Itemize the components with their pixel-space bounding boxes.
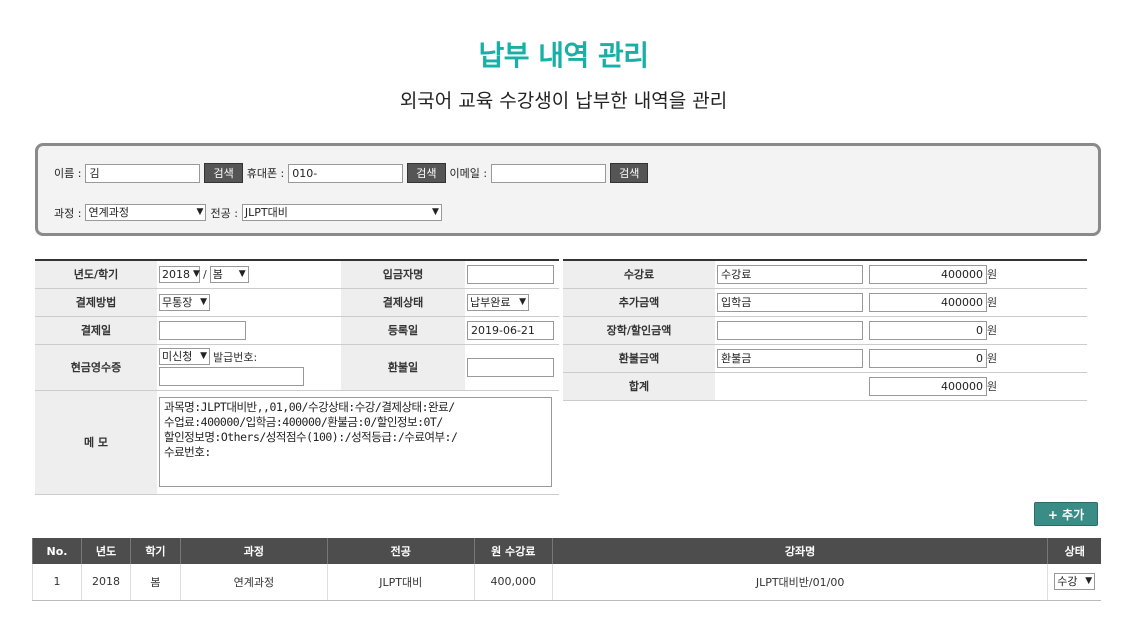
status-select[interactable]: 수강 ▼ [1054,573,1096,591]
extra-fee-name-input[interactable]: 입학금 [717,292,863,312]
col-header-course: 과정 [179,538,328,564]
page-subtitle: 외국어 교육 수강생이 납부한 내역을 관리 [399,90,728,112]
major-select-value: JLPT대비 [244,206,288,219]
dropdown-arrow-icon: ▼ [193,268,200,279]
cell-lecture: JLPT대비반/01/00 [551,564,1048,601]
refund-date-label: 환불일 [341,344,465,391]
discount-label: 장학/할인금액 [563,316,715,345]
cell-year: 2018 [80,564,131,601]
col-header-major: 전공 [326,538,475,564]
tuition-name-input[interactable]: 수강료 [717,264,863,284]
year-select[interactable]: 2018 ▼ [159,265,200,283]
issue-number-label: 발급번호: [213,350,258,364]
cell-no: 1 [32,564,82,601]
status-select-value: 수강 [1057,575,1078,589]
term-select[interactable]: 봄 ▼ [209,265,249,283]
tuition-label: 수강료 [563,260,715,289]
memo-textarea[interactable]: 과목명:JLPT대비반,,01,00/수강상태:수강/결제상태:완료/ 수업료:… [159,397,552,487]
payment-form-left: 년도/학기 2018 ▼ / 봄 ▼ 입금자명 결제방법 무통장 ▼ 결제상태 납부완… [35,259,559,495]
major-label: 전공 : [210,206,238,220]
dropdown-arrow-icon: ▼ [200,296,207,307]
issue-number-input[interactable] [159,367,304,386]
total-label: 합계 [563,372,715,401]
col-header-status: 상태 [1047,538,1101,564]
extra-fee-amount-input[interactable]: 400000 [869,292,987,312]
discount-amount-input[interactable]: 0 [869,320,987,340]
won-unit: 원 [987,296,998,309]
col-header-no: No. [32,538,82,564]
phone-search-button[interactable]: 검색 [407,163,446,183]
won-unit: 원 [987,380,998,393]
refund-amount-input[interactable]: 0 [869,348,987,368]
won-unit: 원 [987,324,998,337]
term-select-value: 봄 [212,267,223,281]
cash-receipt-select-value: 미신청 [162,350,193,363]
pay-date-input[interactable] [159,320,246,340]
refund-amount-label: 환불금액 [563,344,715,373]
pay-method-select[interactable]: 무통장 ▼ [159,293,210,311]
cell-course: 연계과정 [179,564,328,601]
pay-date-label: 결제일 [35,316,157,345]
major-select[interactable]: JLPT대비 ▼ [241,204,442,221]
cell-term: 봄 [129,564,181,601]
col-header-term: 학기 [129,538,181,564]
dropdown-arrow-icon: ▼ [200,351,207,361]
cash-receipt-select[interactable]: 미신청 ▼ [159,348,210,365]
reg-date-label: 등록일 [341,316,465,345]
course-select-value: 연계과정 [88,206,129,219]
refund-date-input[interactable] [467,357,554,377]
course-select[interactable]: 연계과정 ▼ [85,204,207,221]
dropdown-arrow-icon: ▼ [431,207,439,217]
col-header-year: 년도 [80,538,131,564]
memo-label: 메 모 [35,390,157,495]
depositor-input[interactable] [467,264,554,284]
list-header-row: No. 년도 학기 과정 전공 원 수강료 강좌명 상태 [32,538,1101,564]
total-amount-input[interactable]: 400000 [869,376,987,396]
dropdown-arrow-icon: ▼ [196,207,204,217]
depositor-label: 입금자명 [341,260,465,289]
pay-method-label: 결제방법 [35,288,157,317]
tuition-amount-input[interactable]: 400000 [869,264,987,284]
reg-date-input[interactable]: 2019-06-21 [467,320,554,340]
search-panel: 이름 : 김 검색 휴대폰 : 010- 검색 이메일 : 검색 과정 : 연계… [35,143,1101,236]
extra-fee-label: 추가금액 [563,288,715,317]
pay-method-select-value: 무통장 [162,295,193,309]
fee-form-right: 수강료 수강료 400000 원 추가금액 입학금 400000 원 장학/할인금액… [563,259,1087,401]
pay-status-label: 결제상태 [341,288,465,317]
cell-fee: 400,000 [473,564,553,601]
col-header-fee: 원 수강료 [473,538,553,564]
phone-input[interactable]: 010- [288,163,404,183]
email-label: 이메일 : [449,167,488,180]
dropdown-arrow-icon: ▼ [519,296,526,307]
year-term-separator: / [203,267,207,281]
won-unit: 원 [987,352,998,365]
email-input[interactable] [491,163,607,183]
payment-list-table: No. 년도 학기 과정 전공 원 수강료 강좌명 상태 1 2018 봄 연계… [32,538,1101,601]
name-label: 이름 : [54,167,82,180]
year-select-value: 2018 [162,267,190,281]
dropdown-arrow-icon: ▼ [1085,576,1093,587]
phone-label: 휴대폰 : [246,167,285,180]
dropdown-arrow-icon: ▼ [238,268,246,279]
year-term-label: 년도/학기 [35,260,157,289]
refund-name-input[interactable]: 환불금 [717,348,863,368]
course-label: 과정 : [54,206,82,220]
name-search-button[interactable]: 검색 [204,163,243,183]
discount-name-input[interactable] [717,320,863,340]
cash-receipt-label: 현금영수증 [35,344,157,391]
email-search-button[interactable]: 검색 [610,163,649,183]
won-unit: 원 [987,268,998,282]
search-row-2: 과정 : 연계과정 ▼ 전공 : JLPT대비 ▼ [54,204,442,221]
table-row[interactable]: 1 2018 봄 연계과정 JLPT대비 400,000 JLPT대비반/01/… [32,564,1101,601]
add-button[interactable]: + 추가 [1034,502,1098,526]
name-input[interactable]: 김 [85,163,201,183]
pay-status-select-value: 납부완료 [470,295,511,309]
pay-status-select[interactable]: 납부완료 ▼ [467,293,529,311]
col-header-lecture: 강좌명 [551,538,1048,564]
cell-major: JLPT대비 [326,564,475,601]
search-row-1: 이름 : 김 검색 휴대폰 : 010- 검색 이메일 : 검색 [54,163,652,183]
page-title: 납부 내역 관리 [478,39,649,72]
